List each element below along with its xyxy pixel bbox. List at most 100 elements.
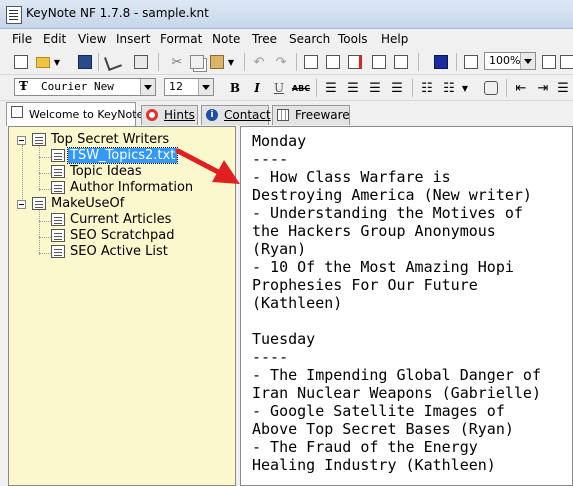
- redo-icon: ↷: [275, 54, 287, 70]
- info-icon: i: [206, 109, 218, 121]
- zoom-select[interactable]: 100%: [484, 52, 536, 70]
- tab-welcome-to-keynote[interactable]: Welcome to KeyNote: [6, 102, 143, 126]
- paste-dropdown-button[interactable]: ▼: [226, 53, 236, 71]
- numbered-list-icon: ☷: [443, 80, 455, 96]
- tool-button-5[interactable]: [346, 53, 364, 71]
- toolbar-separator: [296, 53, 297, 71]
- keynote-app-icon[interactable]: [6, 6, 22, 24]
- strikethrough-button[interactable]: ABC: [292, 79, 310, 97]
- page-icon: [464, 55, 478, 69]
- open-folder-button[interactable]: [34, 53, 52, 71]
- clipboard-icon: [210, 55, 224, 69]
- tab-freeware[interactable]: Freeware: [272, 105, 350, 125]
- redo-button[interactable]: ↷: [272, 53, 290, 71]
- tool-button-7[interactable]: [392, 53, 410, 71]
- tool-button-9[interactable]: [462, 53, 480, 71]
- save-disk-icon: [78, 55, 92, 69]
- tree-node-label: Topic Ideas: [70, 164, 142, 179]
- editor-line: ----: [252, 348, 289, 366]
- folder-icon: [36, 56, 50, 68]
- tool-button-11[interactable]: [558, 53, 573, 71]
- editor-line: - The Impending Global Danger of: [252, 366, 541, 384]
- align-left-button[interactable]: ☰: [322, 79, 340, 97]
- note-icon: [51, 245, 65, 258]
- tool-button-1[interactable]: [104, 53, 122, 71]
- menu-format[interactable]: Format: [160, 32, 202, 46]
- tab-contact[interactable]: i Contact: [201, 105, 271, 125]
- menu-view[interactable]: View: [78, 32, 106, 46]
- bold-button[interactable]: B: [226, 79, 244, 97]
- chevron-down-icon: [198, 79, 213, 95]
- collapse-toggle[interactable]: [17, 200, 26, 209]
- copy-button[interactable]: [188, 53, 206, 71]
- tree-panel[interactable]: Top Secret Writers TSW_Topics2.txt Topic…: [8, 126, 236, 486]
- align-right-button[interactable]: ☰: [366, 79, 384, 97]
- tool-button-6[interactable]: [370, 53, 388, 71]
- delete-page-icon: [348, 55, 362, 69]
- collapse-toggle[interactable]: [17, 136, 26, 145]
- lifebuoy-icon: [146, 109, 158, 121]
- numbered-list-button[interactable]: ☷: [440, 79, 458, 97]
- underline-button[interactable]: U: [270, 79, 288, 97]
- new-file-button[interactable]: [12, 53, 30, 71]
- save-button[interactable]: [76, 53, 94, 71]
- tree-node-label: SEO Scratchpad: [70, 228, 175, 243]
- menu-search[interactable]: Search: [289, 32, 330, 46]
- italic-button[interactable]: I: [248, 79, 266, 97]
- note-icon: [51, 165, 65, 178]
- brush-icon: [104, 53, 122, 71]
- bullet-list-button[interactable]: ☷: [418, 79, 436, 97]
- editor-line: - Understanding the Motives of: [252, 204, 523, 222]
- editor-line: the Hackers Group Anonymous: [252, 222, 496, 240]
- tab-hints[interactable]: Hints: [141, 105, 198, 125]
- menu-edit[interactable]: Edit: [43, 32, 66, 46]
- font-size-select[interactable]: 12: [164, 78, 214, 96]
- tool-button-3[interactable]: [302, 53, 320, 71]
- editor-line: Monday: [252, 132, 307, 150]
- copy-icon: [190, 55, 204, 69]
- toolbar-separator: [506, 79, 507, 97]
- editor-line: (Kathleen): [252, 294, 343, 312]
- note-editor[interactable]: Monday ---- - How Class Warfare is Destr…: [240, 126, 573, 486]
- editor-line: Destroying America (New writer): [252, 186, 532, 204]
- paste-button[interactable]: [208, 53, 226, 71]
- tool-button-12[interactable]: ☰: [554, 79, 572, 97]
- title-bar: KeyNote NF 1.7.8 - sample.knt: [0, 0, 573, 29]
- book-icon: [434, 55, 448, 69]
- font-type-icon: Ŧ: [19, 79, 28, 93]
- font-name-select[interactable]: Ŧ Courier New: [14, 78, 156, 96]
- editor-line: (Ryan): [252, 240, 307, 258]
- align-justify-icon: ☰: [391, 80, 403, 96]
- menu-file[interactable]: File: [12, 32, 32, 46]
- menu-tree[interactable]: Tree: [252, 32, 277, 46]
- word-wrap-icon: [484, 81, 498, 95]
- new-page-icon: [326, 55, 340, 69]
- menu-note[interactable]: Note: [212, 32, 240, 46]
- menu-insert[interactable]: Insert: [116, 32, 150, 46]
- align-center-button[interactable]: ☰: [344, 79, 362, 97]
- tool-button-8[interactable]: [432, 53, 450, 71]
- tool-button-2[interactable]: [132, 53, 150, 71]
- font-size-value: 12: [169, 80, 183, 93]
- align-center-icon: ☰: [347, 80, 359, 96]
- align-right-icon: ☰: [369, 80, 381, 96]
- indent-button[interactable]: ⇥: [534, 79, 552, 97]
- cut-button[interactable]: ✂: [168, 53, 186, 71]
- outdent-button[interactable]: ⇤: [512, 79, 530, 97]
- tool-button-10[interactable]: [540, 53, 558, 71]
- find-text-icon: [304, 55, 318, 69]
- paragraph-icon: ☰: [557, 80, 569, 96]
- picture-icon: [134, 55, 148, 69]
- menu-help[interactable]: Help: [381, 32, 408, 46]
- tree-connector: [39, 209, 40, 255]
- wrap-button[interactable]: [482, 79, 500, 97]
- open-dropdown-button[interactable]: ▼: [52, 53, 62, 71]
- toolbar-separator: [418, 53, 419, 71]
- tool-button-4[interactable]: [324, 53, 342, 71]
- justify-button[interactable]: ☰: [388, 79, 406, 97]
- undo-button[interactable]: ↶: [250, 53, 268, 71]
- toolbar-separator: [98, 53, 99, 71]
- list-dropdown-button[interactable]: ▼: [460, 79, 470, 97]
- menu-tools[interactable]: Tools: [338, 32, 368, 46]
- chevron-down-icon: [520, 53, 535, 69]
